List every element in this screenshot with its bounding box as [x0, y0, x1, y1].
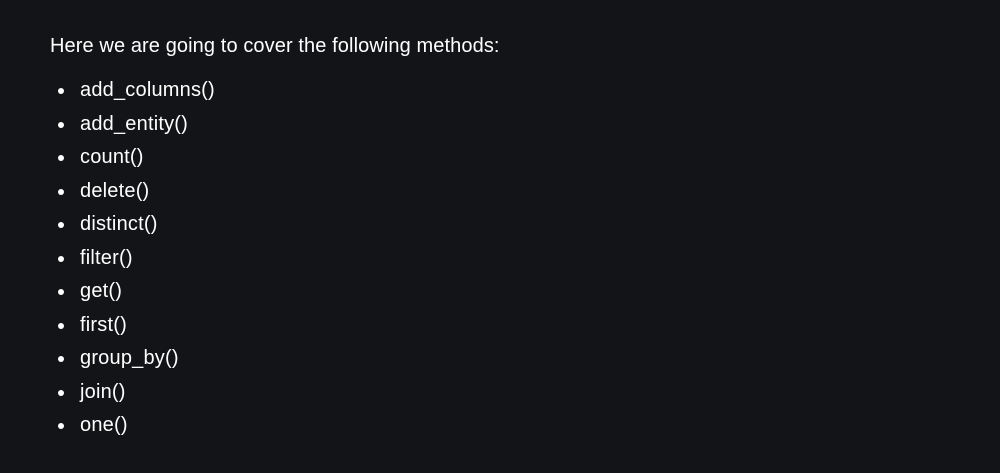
bullet-icon [58, 255, 64, 262]
list-item: filter() [50, 242, 950, 276]
method-name: first() [80, 313, 127, 336]
list-item: group_by() [50, 342, 950, 376]
methods-list: add_columns() add_entity() count() delet… [50, 74, 950, 443]
method-name: delete() [80, 179, 150, 202]
list-item: delete() [50, 175, 950, 209]
method-name: add_columns() [80, 79, 215, 101]
method-name: get() [80, 280, 123, 302]
intro-paragraph: Here we are going to cover the following… [50, 35, 500, 57]
method-name: filter() [80, 246, 133, 269]
bullet-icon [58, 289, 64, 295]
bullet-icon [58, 356, 64, 362]
list-item: one() [50, 409, 950, 443]
bullet-icon [58, 188, 64, 195]
list-item: distinct() [50, 208, 950, 242]
list-item: join() [50, 376, 950, 410]
list-item: add_columns() [50, 74, 950, 108]
method-name: group_by() [80, 347, 179, 369]
bullet-icon [58, 222, 64, 228]
method-name: one() [80, 414, 128, 436]
method-name: add_entity() [80, 112, 189, 135]
bullet-icon [58, 155, 64, 161]
method-name: join() [80, 380, 126, 403]
list-item: add_entity() [50, 108, 950, 142]
bullet-icon [58, 423, 64, 429]
bullet-icon [58, 322, 64, 329]
bullet-icon [58, 88, 64, 94]
bullet-icon [58, 389, 64, 396]
method-name: distinct() [80, 213, 158, 235]
method-name: count() [80, 146, 144, 168]
list-item: count() [50, 141, 950, 175]
bullet-icon [58, 121, 64, 128]
article-content: Here we are going to cover the following… [50, 30, 950, 443]
list-item: first() [50, 309, 950, 343]
list-item: get() [50, 275, 950, 309]
